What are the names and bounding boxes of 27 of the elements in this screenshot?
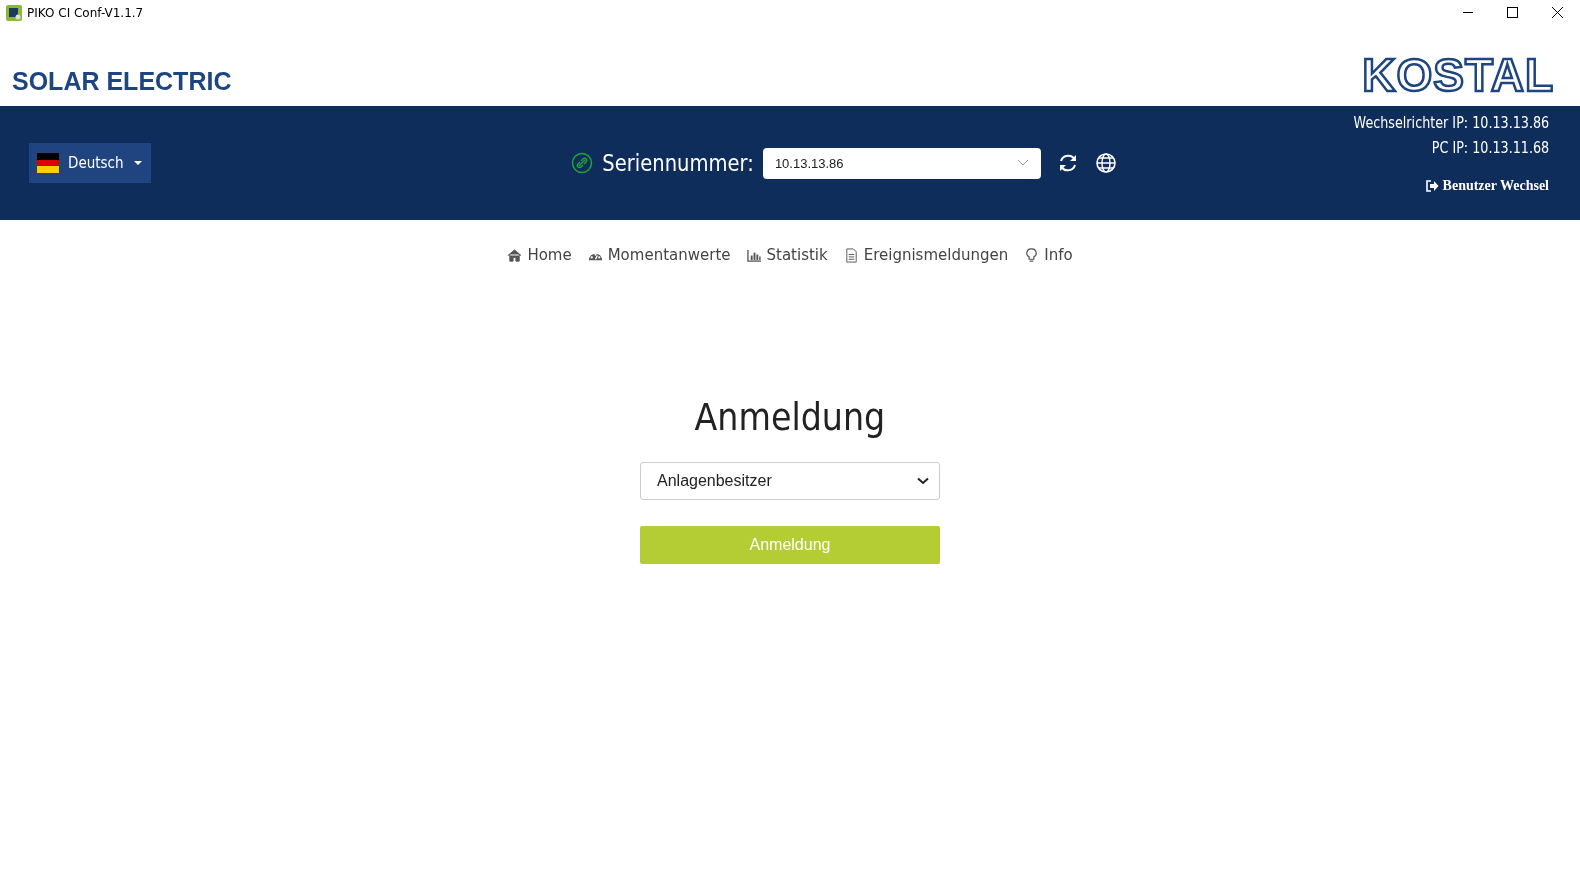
document-icon (843, 247, 859, 263)
user-switch-link[interactable]: Benutzer Wechsel (1425, 178, 1549, 194)
logo: KOSTAL (1362, 52, 1554, 98)
chevron-icon (917, 477, 929, 485)
language-dropdown[interactable]: Deutsch (29, 143, 151, 183)
nav-link[interactable]: Info (1024, 246, 1073, 264)
ip-info: PC IP: 10.13.11.68 (1431, 139, 1549, 157)
app-icon (6, 5, 22, 21)
caret-icon (132, 160, 143, 166)
login-title: Anmeldung (694, 396, 886, 439)
bulb-icon (1024, 247, 1040, 263)
role-dropdown[interactable]: Anlagenbesitzer (640, 462, 940, 500)
home-icon (507, 247, 523, 263)
sign-out-icon (1425, 180, 1439, 192)
nav-link[interactable]: Momentanwerte (587, 246, 731, 264)
chevron-icon (1016, 159, 1029, 167)
nav-link[interactable]: Statistik (746, 246, 828, 264)
chart-icon (746, 247, 762, 263)
brand-title: SOLAR ELECTRIC (12, 67, 232, 96)
window-title: PIKO CI Conf-V1.1.7 (27, 6, 145, 20)
globe-icon[interactable] (1094, 152, 1117, 174)
nav-link[interactable]: Home (507, 246, 572, 264)
serial-label: Seriennummer: (602, 150, 754, 176)
nav-link[interactable]: Ereignismeldungen (843, 246, 1009, 264)
flag-icon (37, 153, 59, 173)
ip-info: Wechselrichter IP: 10.13.13.86 (1353, 114, 1549, 132)
serial-dropdown[interactable]: 10.13.13.86 (762, 147, 1041, 179)
